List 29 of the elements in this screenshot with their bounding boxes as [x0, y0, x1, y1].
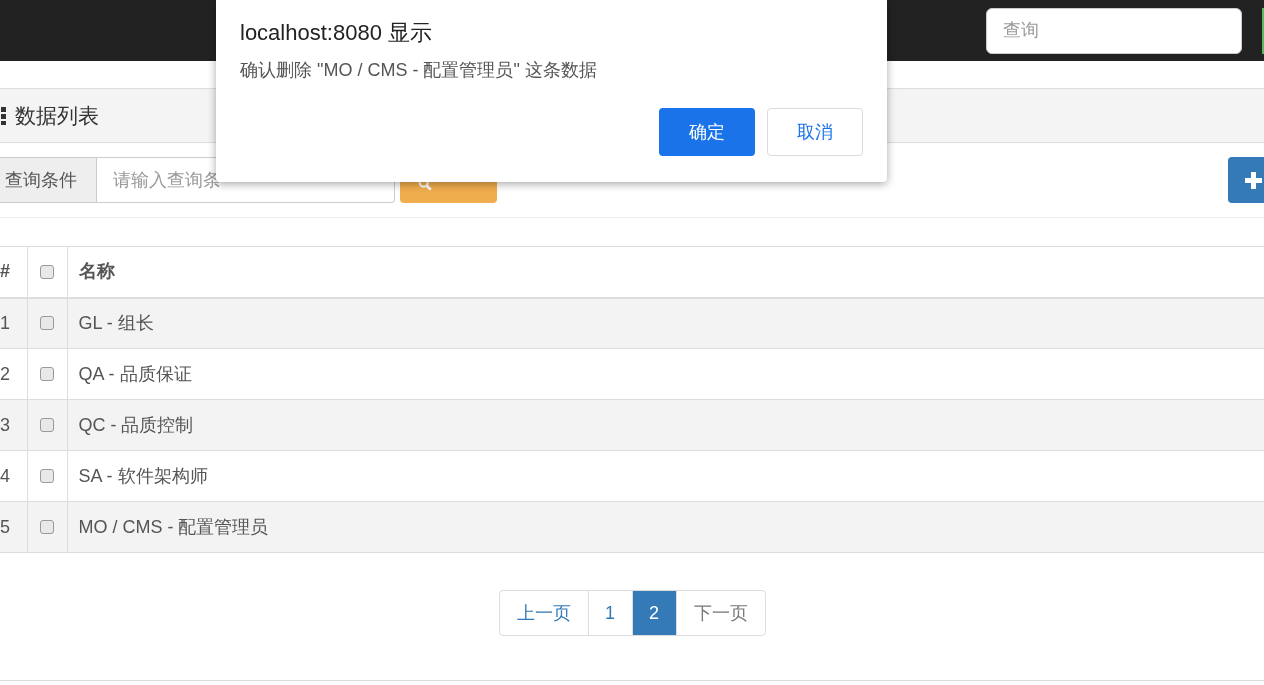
- table-cell: SA - 软件架构师: [67, 450, 1264, 502]
- row-checkbox[interactable]: [40, 367, 54, 381]
- table-cell: 5: [0, 501, 27, 553]
- select-all-checkbox[interactable]: [40, 264, 54, 279]
- page-link[interactable]: 2: [631, 591, 676, 635]
- dialog-message: 确认删除 "MO / CMS - 配置管理员" 这条数据: [240, 59, 597, 82]
- page-nav-link[interactable]: 下一页: [675, 591, 765, 635]
- table-cell: 4: [0, 450, 27, 502]
- add-button[interactable]: [1228, 157, 1264, 203]
- query-label: 查询条件: [0, 157, 97, 203]
- column-header: #: [0, 246, 27, 298]
- table-cell: 1: [0, 297, 27, 349]
- table-cell: QA - 品质保证: [67, 348, 1264, 400]
- search-field[interactable]: 查询: [986, 7, 1242, 54]
- row-checkbox[interactable]: [40, 469, 54, 483]
- grip-icon: [1, 106, 7, 125]
- row-checkbox[interactable]: [40, 316, 54, 331]
- cancel-button[interactable]: 取消: [767, 108, 863, 156]
- panel-title: 数据列表: [15, 102, 99, 129]
- column-header: 名称: [67, 246, 1264, 298]
- confirm-button[interactable]: 确定: [659, 108, 755, 156]
- page-nav-link[interactable]: 上一页: [499, 591, 588, 635]
- row-checkbox[interactable]: [40, 520, 54, 534]
- page-link[interactable]: 1: [587, 591, 632, 635]
- table-cell: 2: [0, 348, 27, 400]
- table-cell: 3: [0, 399, 27, 451]
- dialog-title: localhost:8080 显示: [240, 19, 432, 47]
- row-checkbox[interactable]: [40, 418, 54, 432]
- plus-icon: [1243, 169, 1264, 191]
